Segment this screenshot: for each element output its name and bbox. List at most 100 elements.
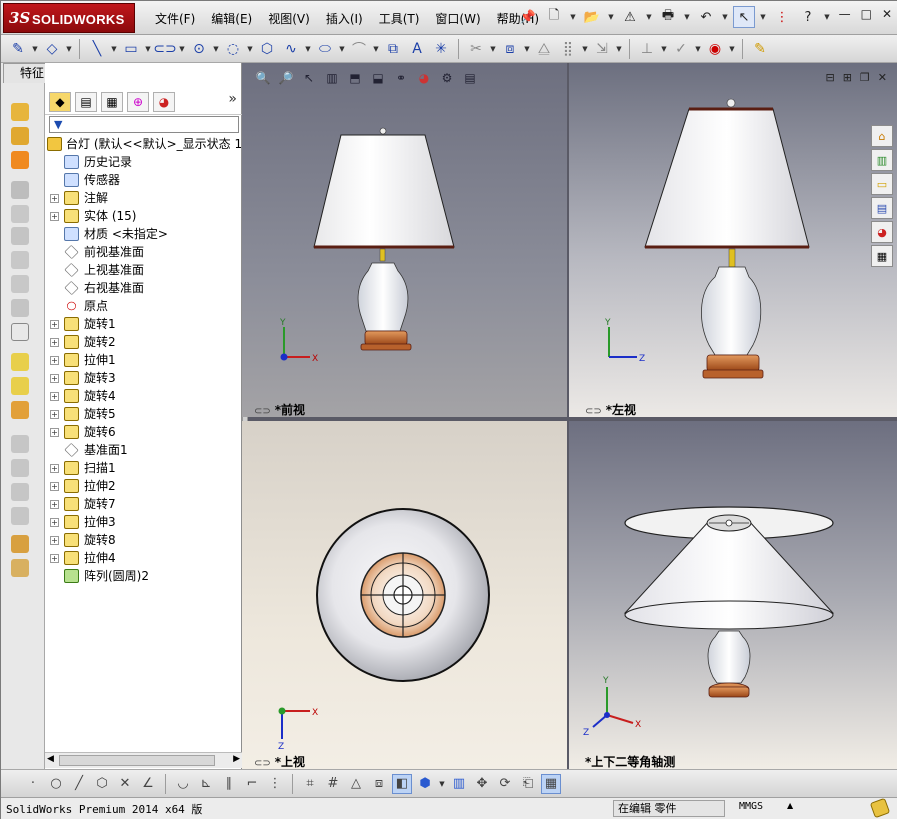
revolved-boss-icon[interactable]	[11, 127, 29, 145]
trim-icon[interactable]: ✂	[465, 38, 487, 60]
link-views-icon[interactable]: ⊂⊃	[585, 406, 602, 417]
minimize-icon[interactable]: —	[839, 7, 851, 21]
cube-view-icon[interactable]: ⧈	[369, 774, 389, 794]
mirror-icon[interactable]: ⧋	[533, 38, 555, 60]
new-document-icon[interactable]: 🗋	[543, 6, 565, 28]
tree-item[interactable]: 材质 <未指定>	[45, 225, 242, 243]
undo-dropdown[interactable]: ▼	[721, 6, 729, 28]
expand-toggle-icon[interactable]: +	[50, 374, 59, 383]
linear-pattern-feature-icon[interactable]	[11, 401, 29, 419]
spline-icon[interactable]: ∿	[280, 38, 302, 60]
circle-dropdown[interactable]: ▼	[212, 38, 220, 60]
open-folder-icon[interactable]: 📂	[581, 6, 603, 28]
swept-cut-icon[interactable]	[11, 227, 29, 245]
tree-item[interactable]: + 旋转8	[45, 531, 242, 549]
feature-filter-input[interactable]: ▼	[49, 116, 239, 133]
expand-toggle-icon[interactable]: +	[50, 554, 59, 563]
lofted-cut-icon[interactable]	[11, 251, 29, 269]
intersection-snap-icon[interactable]: ✕	[115, 774, 135, 794]
save-icon[interactable]: ⚠	[619, 6, 641, 28]
display-manager-tab-icon[interactable]: ◕	[153, 91, 175, 112]
tree-item[interactable]: + 旋转6	[45, 423, 242, 441]
rib-icon[interactable]	[11, 435, 29, 453]
slot-dropdown[interactable]: ▼	[178, 38, 186, 60]
dimxpert-tab-icon[interactable]: ⊕	[127, 91, 149, 112]
menu-view[interactable]: 视图(V)	[260, 10, 318, 27]
menu-tools[interactable]: 工具(T)	[371, 10, 428, 27]
smart-dimension-icon[interactable]: ◇	[41, 38, 63, 60]
scrollbar-thumb[interactable]	[59, 755, 215, 766]
menu-window[interactable]: 窗口(W)	[427, 10, 488, 27]
line-snap-icon[interactable]: ╱	[69, 774, 89, 794]
repair-dropdown[interactable]: ▼	[694, 38, 702, 60]
expand-toggle-icon[interactable]: +	[50, 392, 59, 401]
tree-item[interactable]: + 拉伸1	[45, 351, 242, 369]
tree-item[interactable]: + 拉伸3	[45, 513, 242, 531]
tree-item[interactable]: + 注解	[45, 189, 242, 207]
circle-icon[interactable]: ⊙	[188, 38, 210, 60]
print-icon[interactable]: 🖶	[657, 6, 679, 28]
tree-item[interactable]: + 旋转7	[45, 495, 242, 513]
expand-toggle-icon[interactable]: +	[50, 212, 59, 221]
polygon-snap-icon[interactable]: ⬡	[92, 774, 112, 794]
expand-toggle-icon[interactable]: +	[50, 194, 59, 203]
expand-toggle-icon[interactable]: +	[50, 356, 59, 365]
tree-item[interactable]: + 拉伸4	[45, 549, 242, 567]
repair-sketch-icon[interactable]: ✓	[670, 38, 692, 60]
intersect-icon[interactable]	[11, 507, 29, 525]
swept-boss-icon[interactable]	[11, 151, 29, 169]
extruded-cut-icon[interactable]	[11, 181, 29, 199]
shaded-with-edges-icon[interactable]: ◧	[392, 773, 412, 794]
triangle-view-icon[interactable]: △	[346, 774, 366, 794]
new-dropdown[interactable]: ▼	[569, 6, 577, 28]
tangent-snap-icon[interactable]: ◡	[173, 774, 193, 794]
undo-icon[interactable]: ↶	[695, 6, 717, 28]
close-icon[interactable]: ✕	[882, 7, 892, 21]
viewport-left[interactable]: ⊟ ⊞ ❐ ✕ ⌂ ▥ ▭ ▤ ◕ ▦ Y Z ⊂⊃ *左视	[569, 63, 897, 417]
link-views-icon[interactable]: ⊂⊃	[254, 406, 271, 417]
display-style-icon[interactable]: ⬢	[415, 774, 435, 794]
snaps-dropdown[interactable]: ▼	[728, 38, 736, 60]
tree-item[interactable]: + 旋转5	[45, 405, 242, 423]
plane-sketch-icon[interactable]: ⧉	[382, 38, 404, 60]
instant3d-icon[interactable]	[11, 559, 29, 577]
tree-horizontal-scrollbar[interactable]: ◀ ▶	[45, 752, 242, 768]
open-dropdown[interactable]: ▼	[607, 6, 615, 28]
solidworks-logo[interactable]: 3S SOLIDWORKS	[3, 3, 135, 33]
move-entities-icon[interactable]: ⇲	[591, 38, 613, 60]
viewport-isometric[interactable]: Y X Z *上下二等角轴测	[569, 421, 897, 769]
rectangle-dropdown[interactable]: ▼	[144, 38, 152, 60]
view-layout-icon[interactable]: ▦	[541, 773, 561, 794]
fillet-icon[interactable]: ⌒	[348, 38, 370, 60]
viewport-top[interactable]: Z X ⊂⊃ *上视	[242, 421, 567, 769]
menu-file[interactable]: 文件(F)	[147, 10, 203, 27]
maximize-icon[interactable]: □	[861, 7, 872, 21]
pattern-dropdown[interactable]: ▼	[581, 38, 589, 60]
scroll-right-icon[interactable]: ▶	[233, 754, 240, 764]
select-dropdown[interactable]: ▼	[759, 6, 767, 28]
tree-item[interactable]: + 旋转4	[45, 387, 242, 405]
chevron-expand-icon[interactable]: »	[228, 91, 237, 107]
tree-root-part[interactable]: 台灯 (默认<<默认>_显示状态 1	[45, 135, 242, 153]
link-views-icon[interactable]: ⊂⊃	[254, 758, 271, 769]
wrap-icon[interactable]	[11, 377, 29, 395]
expand-toggle-icon[interactable]: +	[50, 338, 59, 347]
move-dropdown[interactable]: ▼	[615, 38, 623, 60]
point-icon[interactable]: ✳	[430, 38, 452, 60]
ellipse-dropdown[interactable]: ▼	[338, 38, 346, 60]
text-icon[interactable]: A	[406, 38, 428, 60]
select-pointer-icon[interactable]: ↖	[733, 6, 755, 28]
tree-item[interactable]: 传感器	[45, 171, 242, 189]
rebuild-traffic-light-icon[interactable]: ⋮	[771, 6, 793, 28]
graphics-area[interactable]: 🔍 🔎 ↖ ▥ ⬒ ⬓ ⚭ ◕ ⚙ ▤ Y X ⊂⊃ *前视 ⊟ ⊞ ❐ ✕ ⌂…	[242, 63, 897, 769]
display-dropdown[interactable]: ▼	[438, 773, 446, 795]
trim-dropdown[interactable]: ▼	[489, 38, 497, 60]
fillet-dropdown[interactable]: ▼	[372, 38, 380, 60]
fillet-feature-icon[interactable]	[11, 299, 29, 317]
tree-item[interactable]: 阵列(圆周)2	[45, 567, 242, 585]
expand-toggle-icon[interactable]: +	[50, 482, 59, 491]
ellipse-icon[interactable]: ⬭	[314, 38, 336, 60]
quick-snaps-icon[interactable]: ◉	[704, 38, 726, 60]
expand-toggle-icon[interactable]: +	[50, 500, 59, 509]
tree-item[interactable]: 原点	[45, 297, 242, 315]
